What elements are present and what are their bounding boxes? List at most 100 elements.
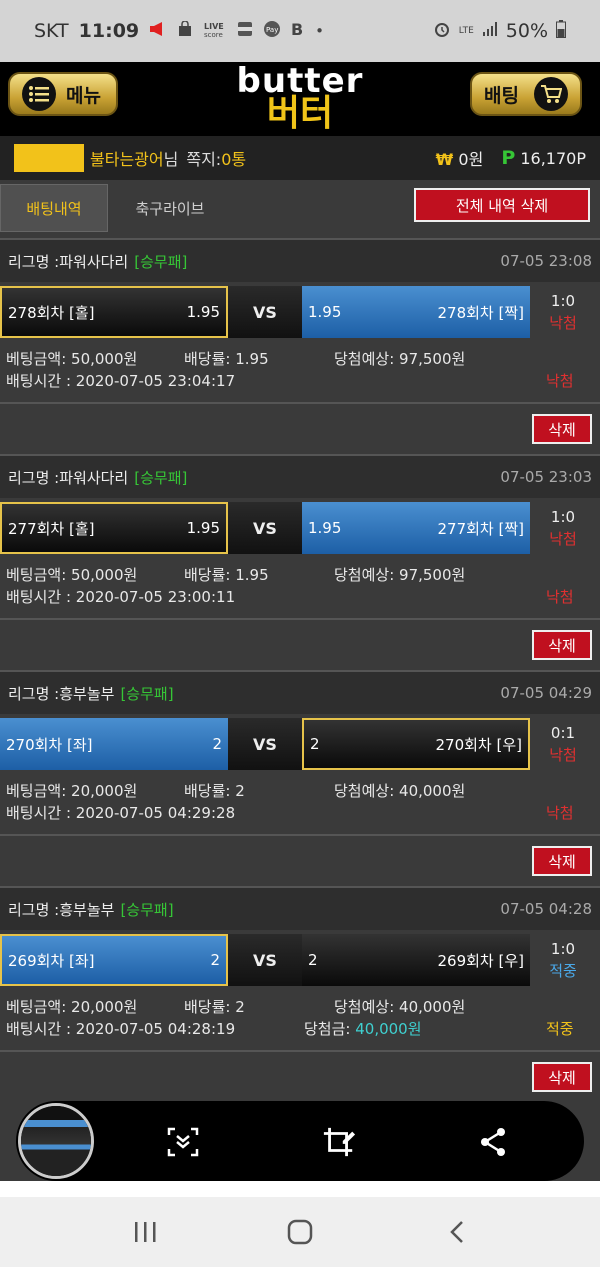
crop-edit-icon[interactable]: [322, 1125, 356, 1159]
bet-time-label: 배팅시간 :: [6, 804, 76, 822]
league-name: 파워사다리: [59, 252, 129, 271]
user-suffix: 님: [163, 150, 179, 169]
result-status: 낙첨: [549, 746, 577, 764]
bet-amount-value: 20,000원: [71, 782, 138, 800]
divider: [0, 834, 600, 836]
vs-label: VS: [228, 934, 302, 986]
bet-amount-value: 50,000원: [71, 350, 138, 368]
shopping-bag-icon: [177, 20, 193, 41]
bet-expected-value: 97,500원: [399, 566, 466, 584]
delete-all-button[interactable]: 전체 내역 삭제: [414, 188, 590, 222]
score: 1:0: [550, 292, 576, 310]
cart-icon: [534, 77, 568, 111]
bet-time-value: 2020-07-05 04:29:28: [75, 804, 236, 822]
left-team-option[interactable]: 278회차 [홀] 1.95: [0, 286, 228, 338]
final-status: 낙첨: [546, 588, 574, 606]
screenshot-thumbnail[interactable]: [18, 1103, 94, 1179]
signal-icon: [482, 21, 498, 41]
bet-card-header: 리그명 : 파워사다리 [승무패] 07-05 23:03: [0, 454, 600, 498]
overlay-gap: [0, 1181, 600, 1197]
delete-button[interactable]: 삭제: [532, 1062, 592, 1092]
right-team-odds: 2: [310, 735, 320, 753]
league-type: [승무패]: [134, 252, 188, 271]
divider: [0, 1050, 600, 1052]
score: 0:1: [550, 724, 576, 742]
megaphone-icon: [149, 21, 167, 41]
recent-apps-icon[interactable]: [125, 1217, 165, 1247]
bet-expected-value: 97,500원: [399, 350, 466, 368]
bet-time: 배팅시간 : 2020-07-05 23:00:11: [6, 586, 235, 607]
share-icon[interactable]: [476, 1125, 510, 1159]
league-type: [승무패]: [120, 900, 174, 919]
back-icon[interactable]: [437, 1217, 477, 1247]
user-avatar-box: [14, 144, 84, 172]
win-amount-value: 40,000원: [355, 1020, 422, 1038]
right-team-option[interactable]: 2 270회차 [우]: [302, 718, 530, 770]
left-team-option[interactable]: 269회차 [좌] 2: [0, 934, 228, 986]
left-team-name: 278회차 [홀]: [8, 303, 95, 322]
left-team-name: 277회차 [홀]: [8, 519, 95, 538]
list-icon: [22, 77, 56, 111]
bet-amount: 베팅금액: 20,000원: [6, 780, 137, 801]
bet-odds: 배당률: 1.95: [184, 348, 269, 369]
right-team-odds: 1.95: [308, 303, 342, 321]
right-team-name: 270회차 [우]: [435, 735, 522, 754]
bet-expected-value: 40,000원: [399, 998, 466, 1016]
site-logo[interactable]: butter 버터: [237, 64, 364, 132]
bet-card-header: 리그명 : 흥부놀부 [승무패] 07-05 04:28: [0, 886, 600, 930]
delete-button[interactable]: 삭제: [532, 630, 592, 660]
result-status: 낙첨: [549, 530, 577, 548]
right-team-option[interactable]: 1.95 278회차 [짝]: [302, 286, 530, 338]
scroll-capture-icon[interactable]: [166, 1125, 200, 1159]
final-status: 낙첨: [546, 804, 574, 822]
bet-time-value: 2020-07-05 23:04:17: [75, 372, 236, 390]
win-amount: 당첨금: 40,000원: [304, 1018, 422, 1039]
match-result: 1:0 낙첨: [530, 286, 596, 338]
screenshot-toolbar: [16, 1101, 584, 1181]
bet-time-label: 배팅시간 :: [6, 372, 76, 390]
pick-row: 270회차 [좌] 2 VS 2 270회차 [우] 0:1 낙첨: [0, 718, 600, 770]
message-count[interactable]: 0통: [221, 146, 246, 170]
bet-card: 리그명 : 흥부놀부 [승무패] 07-05 04:28 269회차 [좌] 2…: [0, 886, 600, 1102]
bet-amount-value: 20,000원: [71, 998, 138, 1016]
right-team-option[interactable]: 1.95 277회차 [짝]: [302, 502, 530, 554]
match-result: 0:1 낙첨: [530, 718, 596, 770]
bet-expected: 당첨예상: 40,000원: [334, 780, 465, 801]
bet-card-header: 리그명 : 흥부놀부 [승무패] 07-05 04:29: [0, 670, 600, 714]
menu-button[interactable]: 메뉴: [8, 72, 118, 116]
bet-label: 배팅: [484, 84, 519, 107]
logo-ko: 버터: [266, 93, 334, 134]
right-team-name: 277회차 [짝]: [437, 519, 524, 538]
left-team-option[interactable]: 277회차 [홀] 1.95: [0, 502, 228, 554]
bet-odds: 배당률: 1.95: [184, 564, 269, 585]
bet-expected-label: 당첨예상:: [334, 350, 400, 368]
right-team-option[interactable]: 2 269회차 [우]: [302, 934, 530, 986]
bet-expected-label: 당첨예상:: [334, 782, 400, 800]
pick-row: 278회차 [홀] 1.95 VS 1.95 278회차 [짝] 1:0 낙첨: [0, 286, 600, 338]
match-result: 1:0 낙첨: [530, 502, 596, 554]
bet-amount: 베팅금액: 20,000원: [6, 996, 137, 1017]
bet-expected-label: 당첨예상:: [334, 998, 400, 1016]
bet-odds-label: 배당률:: [184, 566, 236, 584]
tab-bet-history[interactable]: 배팅내역: [0, 184, 108, 232]
bet-odds: 배당률: 2: [184, 996, 245, 1017]
bet-odds: 배당률: 2: [184, 780, 245, 801]
tab-soccer-live[interactable]: 축구라이브: [116, 184, 224, 232]
user-info-bar: 불타는광어 님 쪽지: 0통 ₩ 0원 P 16,170P: [0, 136, 600, 180]
card-icon: [237, 21, 253, 41]
bet-button[interactable]: 배팅: [470, 72, 582, 116]
home-icon[interactable]: [280, 1217, 320, 1247]
lte-icon: LTE: [458, 26, 474, 36]
right-team-name: 278회차 [짝]: [437, 303, 524, 322]
left-team-odds: 1.95: [186, 519, 220, 537]
league-prefix: 리그명 :: [8, 900, 60, 919]
point-icon: P: [501, 147, 516, 169]
right-team-odds: 1.95: [308, 519, 342, 537]
bet-time: 배팅시간 : 2020-07-05 04:29:28: [6, 802, 235, 823]
left-team-option[interactable]: 270회차 [좌] 2: [0, 718, 228, 770]
message-label[interactable]: 쪽지:: [186, 146, 221, 170]
bet-info: 베팅금액: 20,000원 배당률: 2 당첨예상: 40,000원 배팅시간 …: [0, 990, 600, 1048]
league-prefix: 리그명 :: [8, 252, 60, 271]
delete-button[interactable]: 삭제: [532, 846, 592, 876]
delete-button[interactable]: 삭제: [532, 414, 592, 444]
